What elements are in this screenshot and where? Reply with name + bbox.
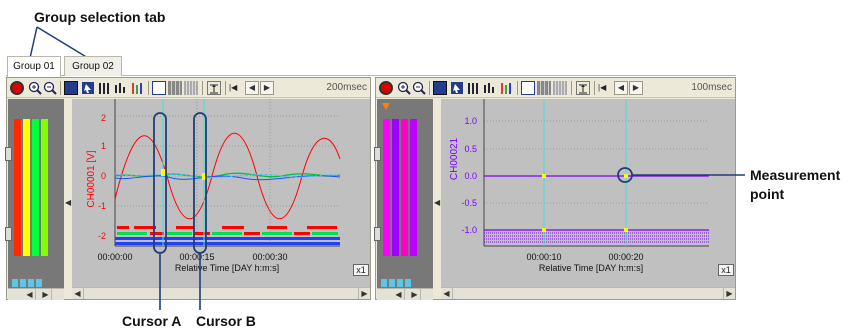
measurement-point-circle [617,167,633,183]
measurement-point-callout-line2: point [750,186,785,202]
cursor-b-outline [193,112,207,254]
cursor-a-outline [153,112,167,254]
measurement-point-callout-line1: Measurement [750,167,841,183]
cursor-a-callout: Cursor A [122,313,182,329]
tab-group-01[interactable]: Group 01 [7,56,61,77]
cursor-b-callout: Cursor B [196,313,256,329]
callout-overlay [153,112,745,310]
